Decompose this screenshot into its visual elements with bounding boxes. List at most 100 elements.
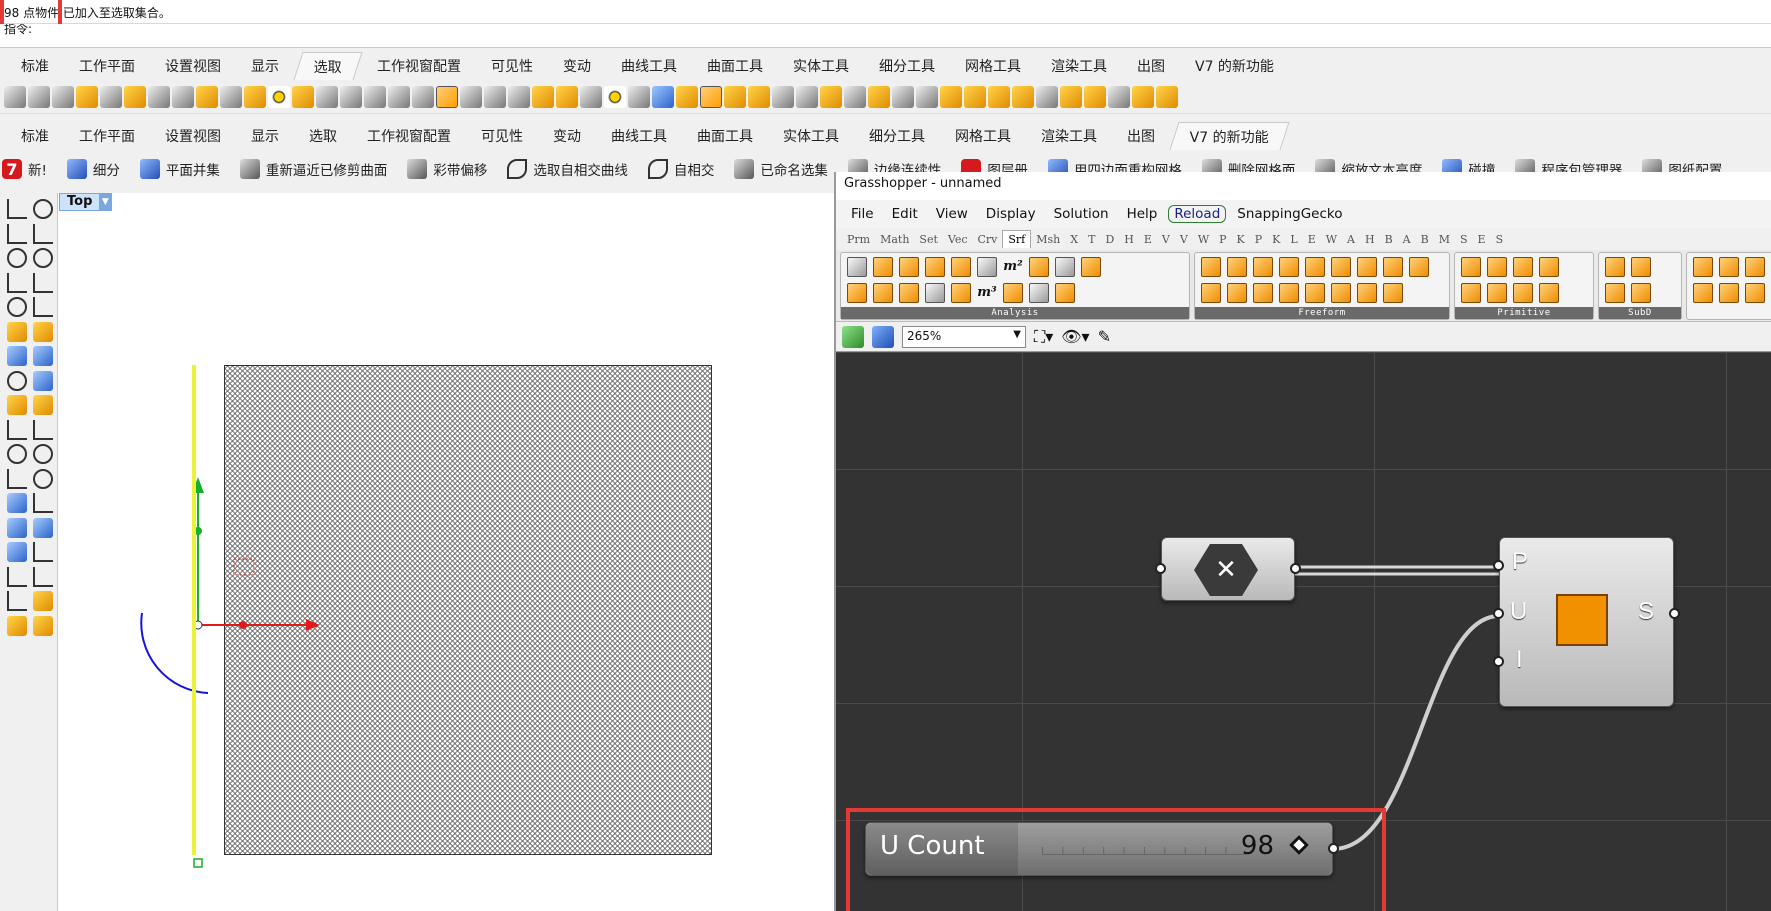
volume-icon[interactable] [899,257,919,277]
palette-tool-icon[interactable] [7,444,27,464]
sweep1-icon[interactable] [1253,257,1273,277]
gh-category-tab-6[interactable]: Msh [1031,231,1065,248]
gh-menu-edit[interactable]: Edit [885,204,925,224]
select-tool-icon[interactable] [1132,85,1154,108]
gh-category-tab-28[interactable]: S [1455,231,1473,248]
gh-category-tab-19[interactable]: L [1285,231,1302,248]
select-tool-icon[interactable] [460,85,482,108]
network-srf-icon[interactable] [1305,257,1325,277]
palette-tool-icon[interactable] [7,468,27,489]
subd-quad-icon[interactable] [1605,283,1625,303]
top-tab-8[interactable]: 曲线工具 [606,52,692,80]
top-tab-5[interactable]: 工作视窗配置 [362,52,476,80]
evaluate-icon[interactable] [1029,257,1049,277]
select-tool-icon[interactable] [628,85,650,108]
slider-output-grip[interactable] [1328,843,1339,854]
select-tool-icon[interactable] [28,85,50,108]
palette-tool-icon[interactable] [33,346,53,366]
top-tab-15[interactable]: V7 的新功能 [1180,52,1289,80]
select-tool-icon[interactable] [1060,85,1082,108]
top-tab-13[interactable]: 渲染工具 [1036,52,1122,80]
port-p[interactable]: P [1512,548,1528,576]
subd-fuse-icon[interactable] [1631,257,1651,277]
top-tab-10[interactable]: 实体工具 [778,52,864,80]
box-2pt-icon[interactable] [1513,283,1533,303]
volume-moment-icon[interactable]: m³ [977,283,997,303]
palette-tool-icon[interactable] [33,468,53,489]
gh-menu-display[interactable]: Display [979,204,1043,224]
patch-icon[interactable] [1383,257,1403,277]
select-tool-icon[interactable] [124,85,146,108]
palette-tool-icon[interactable] [7,199,27,219]
select-tool-icon[interactable] [268,85,290,108]
select-tool-icon[interactable] [892,85,914,108]
select-tool-icon[interactable] [316,85,338,108]
second-tab-15[interactable]: V7 的新功能 [1169,122,1290,150]
select-tool-icon[interactable] [844,85,866,108]
gh-category-tab-30[interactable]: S [1491,231,1509,248]
tool-button-1[interactable]: 细分 [66,159,120,179]
select-tool-icon[interactable] [1084,85,1106,108]
select-tool-icon[interactable] [676,85,698,108]
select-tool-icon[interactable] [1156,85,1178,108]
input-grip[interactable] [1155,563,1166,574]
cylinder-icon[interactable] [1539,257,1559,277]
tool-button-5[interactable]: 选取自相交曲线 [507,159,628,179]
tool-button-0[interactable]: 7 新! [2,159,47,179]
second-tab-14[interactable]: 出图 [1112,122,1170,150]
palette-tool-icon[interactable] [33,493,53,513]
top-tab-3[interactable]: 显示 [236,52,294,80]
second-tab-5[interactable]: 工作视窗配置 [352,122,466,150]
output-grip-s[interactable] [1669,608,1680,619]
area-moment-icon[interactable]: m² [1003,257,1023,277]
sum-surface-icon[interactable] [1253,283,1273,303]
gh-category-tab-9[interactable]: D [1100,231,1119,248]
preview-eye-icon[interactable]: 👁▾ [1061,327,1089,346]
surface-split-icon[interactable] [1693,283,1713,303]
subd-control-icon[interactable] [1631,283,1651,303]
select-tool-icon[interactable] [340,85,362,108]
top-tab-1[interactable]: 工作平面 [64,52,150,80]
palette-tool-icon[interactable] [7,272,27,293]
extrude-point-icon[interactable] [1331,283,1351,303]
untrim-icon[interactable] [1745,283,1765,303]
box-rectangle-icon[interactable] [1487,283,1507,303]
select-tool-icon[interactable] [580,85,602,108]
gh-menu-file[interactable]: File [844,204,881,224]
port-s[interactable]: S [1638,598,1654,626]
palette-tool-icon[interactable] [33,272,53,293]
area-icon[interactable] [925,257,945,277]
select-tool-icon[interactable] [100,85,122,108]
brep-closest-icon[interactable] [1081,257,1101,277]
select-tool-icon[interactable] [724,85,746,108]
palette-tool-icon[interactable] [7,223,27,244]
palette-tool-icon[interactable] [7,346,27,366]
select-tool-icon[interactable] [700,85,722,108]
palette-tool-icon[interactable] [33,248,53,268]
palette-tool-icon[interactable] [7,566,27,587]
palette-tool-icon[interactable] [7,419,27,440]
top-tab-7[interactable]: 变动 [548,52,606,80]
palette-tool-icon[interactable] [7,248,27,268]
loft-icon[interactable] [1201,257,1221,277]
brep-edges-icon[interactable] [1055,283,1075,303]
rail-revolution-icon[interactable] [1331,257,1351,277]
select-tool-icon[interactable] [244,85,266,108]
gh-category-tab-23[interactable]: H [1360,231,1380,248]
palette-tool-icon[interactable] [33,223,53,244]
subd-box-icon[interactable] [1605,257,1625,277]
select-tool-icon[interactable] [388,85,410,108]
palette-tool-icon[interactable] [33,199,53,219]
gh-menu-solution[interactable]: Solution [1047,204,1116,224]
second-tab-2[interactable]: 设置视图 [150,122,236,150]
palette-tool-icon[interactable] [7,321,27,342]
isotrim-icon[interactable] [1693,257,1713,277]
select-tool-icon[interactable] [412,85,434,108]
input-grip-p[interactable] [1493,560,1504,571]
select-tool-icon[interactable] [148,85,170,108]
zoom-select[interactable]: 265% ▼ [902,325,1026,348]
slider-knob-icon[interactable] [1289,835,1309,855]
gh-category-tab-15[interactable]: P [1214,231,1231,248]
second-tab-8[interactable]: 曲线工具 [596,122,682,150]
four-point-icon[interactable] [1201,283,1221,303]
